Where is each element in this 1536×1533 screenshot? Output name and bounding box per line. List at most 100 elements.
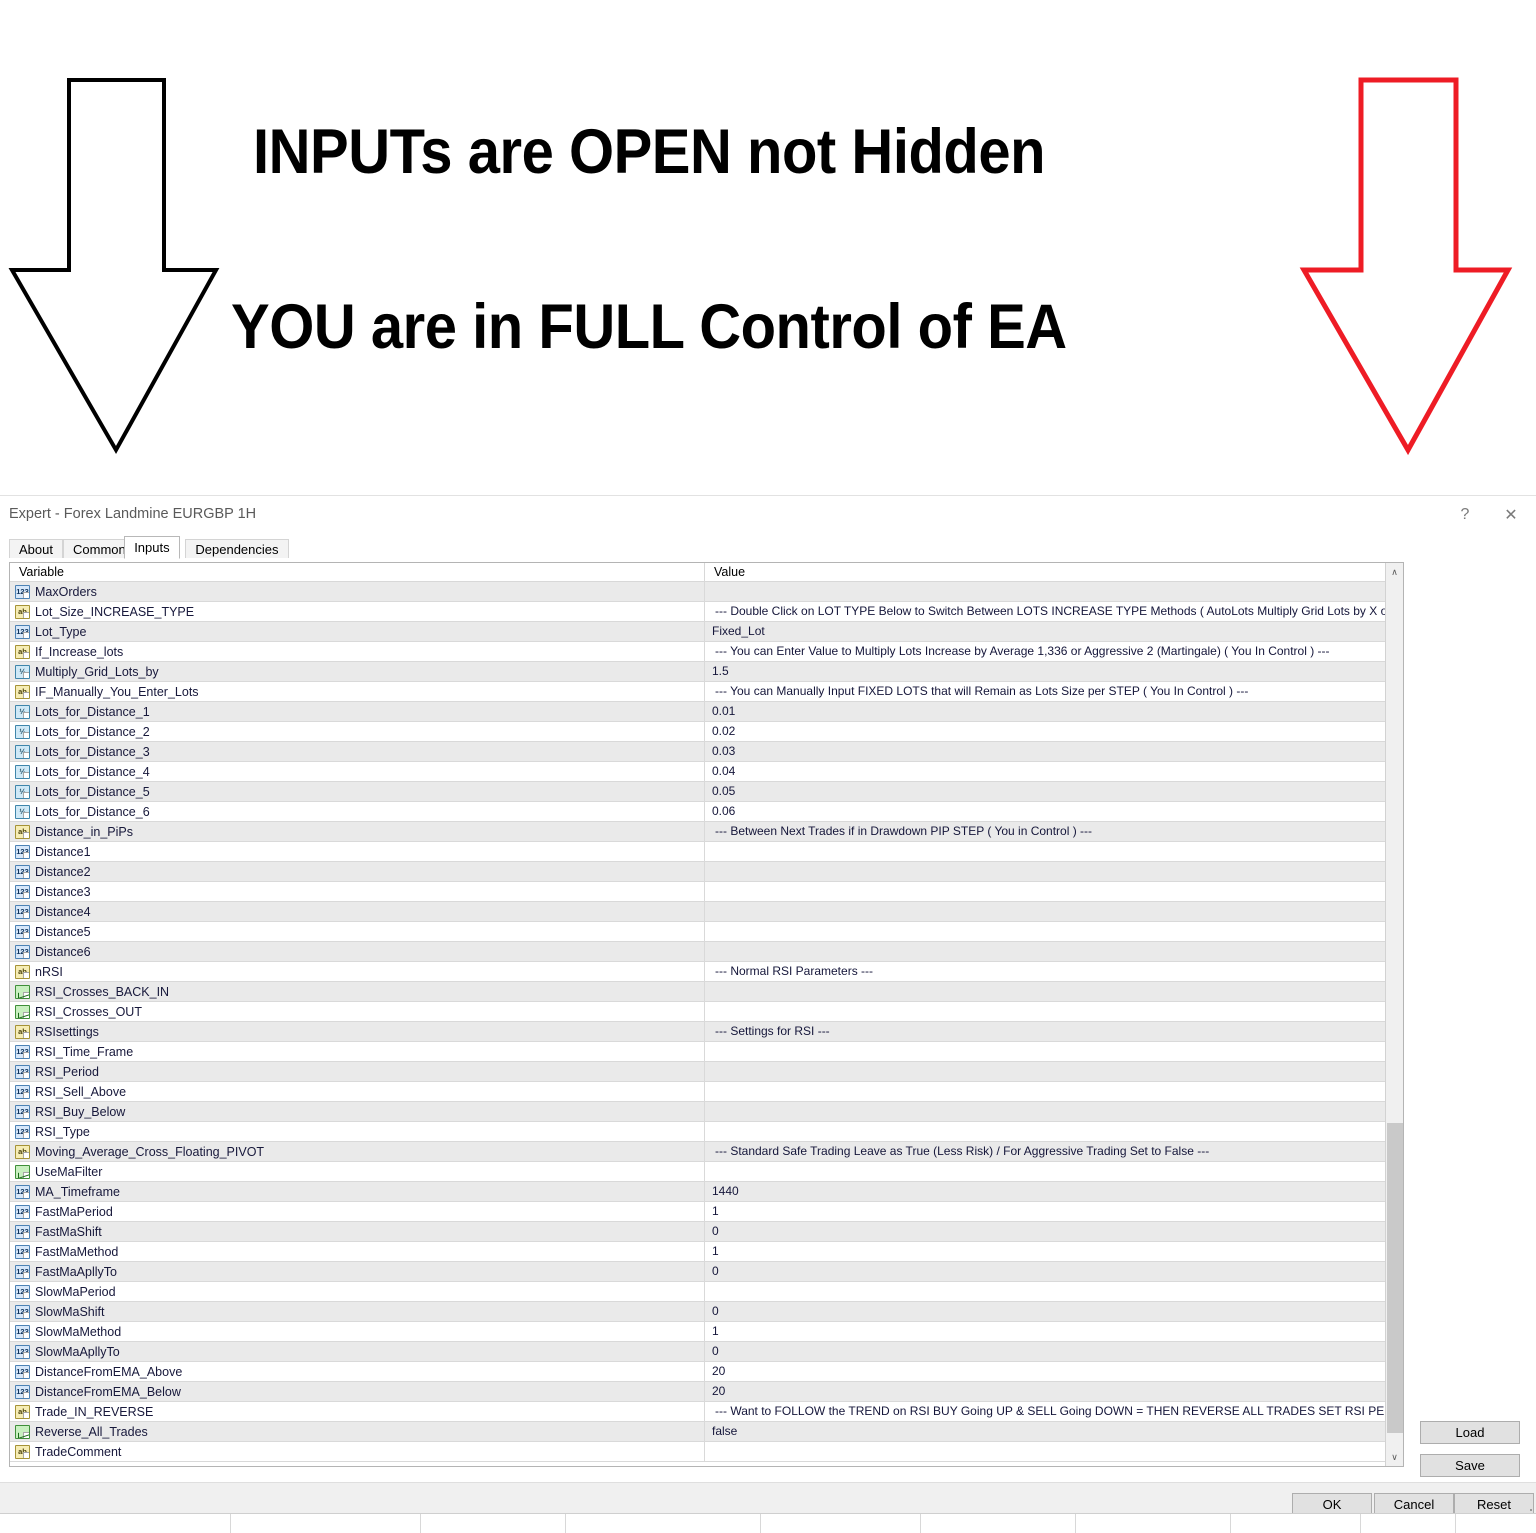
value-cell[interactable] — [704, 1102, 1394, 1121]
table-row[interactable]: abnRSI--- Normal RSI Parameters --- — [10, 962, 1394, 982]
table-row[interactable]: 123 FastMaPeriod 1 — [10, 1202, 1394, 1222]
table-row[interactable]: ab IF_Manually_You_Enter_Lots --- You can … — [10, 682, 1394, 702]
value-cell[interactable] — [704, 1162, 1394, 1181]
table-row[interactable]: 123 Lot_Type Fixed_Lot — [10, 622, 1394, 642]
help-icon[interactable]: ? — [1442, 500, 1488, 530]
value-cell[interactable]: 20 — [704, 1382, 1394, 1401]
value-cell[interactable] — [704, 862, 1394, 881]
double-type-icon: ½ — [15, 704, 30, 719]
table-row[interactable]: ½ Lots_for_Distance_3 0.03 — [10, 742, 1394, 762]
table-row[interactable]: ½ Lots_for_Distance_5 0.05 — [10, 782, 1394, 802]
value-cell[interactable]: 1.5 — [704, 662, 1394, 681]
value-cell[interactable]: Fixed_Lot — [704, 622, 1394, 641]
table-row[interactable]: ½ Lots_for_Distance_2 0.02 — [10, 722, 1394, 742]
value-cell[interactable]: 1 — [704, 1202, 1394, 1221]
table-row[interactable]: ab Trade_IN_REVERSE --- Want to FOLLOW the… — [10, 1402, 1394, 1422]
value-cell[interactable] — [704, 1062, 1394, 1081]
table-row[interactable]: RSI_Crosses_OUT — [10, 1002, 1394, 1022]
value-cell[interactable]: --- Want to FOLLOW the TREND on RSI BUY … — [704, 1402, 1394, 1421]
value-cell[interactable] — [704, 1002, 1394, 1021]
value-cell[interactable]: 0.01 — [704, 702, 1394, 721]
value-cell[interactable]: 0.03 — [704, 742, 1394, 761]
tab-about[interactable]: About — [9, 539, 63, 558]
table-row[interactable]: ab Moving_Average_Cross_Floating_PIVOT ---… — [10, 1142, 1394, 1162]
table-row[interactable]: 123 RSI_Period — [10, 1062, 1394, 1082]
table-row[interactable]: 123 RSI_Sell_Above — [10, 1082, 1394, 1102]
value-cell[interactable]: 20 — [704, 1362, 1394, 1381]
table-row[interactable]: ½ Lots_for_Distance_6 0.06 — [10, 802, 1394, 822]
value-cell[interactable]: 0 — [704, 1262, 1394, 1281]
value-cell[interactable] — [704, 882, 1394, 901]
vertical-scrollbar[interactable]: ∧ ∨ — [1385, 563, 1403, 1466]
table-row[interactable]: 123 SlowMaMethod 1 — [10, 1322, 1394, 1342]
value-cell[interactable] — [704, 1042, 1394, 1061]
value-cell[interactable] — [704, 582, 1394, 601]
close-icon[interactable]: ✕ — [1488, 500, 1534, 530]
value-cell[interactable]: --- Settings for RSI --- — [704, 1022, 1394, 1041]
table-row[interactable]: 123 Distance5 — [10, 922, 1394, 942]
table-row[interactable]: 123 SlowMaShift 0 — [10, 1302, 1394, 1322]
value-cell[interactable]: --- Between Next Trades if in Drawdown P… — [704, 822, 1394, 841]
value-cell[interactable] — [704, 1122, 1394, 1141]
value-cell[interactable] — [704, 922, 1394, 941]
table-row[interactable]: 123 FastMaMethod 1 — [10, 1242, 1394, 1262]
table-row[interactable]: ab RSIsettings --- Settings for RSI --- — [10, 1022, 1394, 1042]
value-cell[interactable] — [704, 1442, 1394, 1461]
table-row[interactable]: 123 MaxOrders — [10, 582, 1394, 602]
table-row[interactable]: 123 DistanceFromEMA_Below 20 — [10, 1382, 1394, 1402]
value-cell[interactable]: 0 — [704, 1222, 1394, 1241]
table-row[interactable]: ab Distance_in_PiPs --- Between Next Trade… — [10, 822, 1394, 842]
table-row[interactable]: ab Lot_Size_INCREASE_TYPE --- Double Click… — [10, 602, 1394, 622]
table-row[interactable]: ½ Lots_for_Distance_4 0.04 — [10, 762, 1394, 782]
table-row[interactable]: 123 RSI_Buy_Below — [10, 1102, 1394, 1122]
save-button[interactable]: Save — [1420, 1454, 1520, 1477]
table-row[interactable]: ab TradeComment — [10, 1442, 1394, 1462]
table-row[interactable]: 123 RSI_Type — [10, 1122, 1394, 1142]
table-row[interactable]: 123 SlowMaApllyTo 0 — [10, 1342, 1394, 1362]
table-row[interactable]: Reverse_All_Trades false — [10, 1422, 1394, 1442]
value-cell[interactable]: 0 — [704, 1302, 1394, 1321]
value-cell[interactable] — [704, 982, 1394, 1001]
table-row[interactable]: ab If_Increase_lots --- You can Enter Valu… — [10, 642, 1394, 662]
tab-inputs[interactable]: Inputs — [124, 536, 180, 559]
value-cell[interactable]: --- You can Enter Value to Multiply Lots… — [704, 642, 1394, 661]
table-row[interactable]: 123 FastMaApllyTo 0 — [10, 1262, 1394, 1282]
value-cell[interactable]: 0.06 — [704, 802, 1394, 821]
value-cell[interactable]: 0.05 — [704, 782, 1394, 801]
scrollbar-thumb[interactable] — [1387, 1123, 1403, 1433]
tab-dependencies[interactable]: Dependencies — [185, 539, 289, 558]
value-cell[interactable]: 0.02 — [704, 722, 1394, 741]
value-cell[interactable] — [704, 842, 1394, 861]
value-cell[interactable]: --- Standard Safe Trading Leave as True … — [704, 1142, 1394, 1161]
table-row[interactable]: 123 Distance1 — [10, 842, 1394, 862]
load-button[interactable]: Load — [1420, 1421, 1520, 1444]
value-cell[interactable] — [704, 1282, 1394, 1301]
table-row[interactable]: ½ Lots_for_Distance_1 0.01 — [10, 702, 1394, 722]
value-cell[interactable]: 1 — [704, 1242, 1394, 1261]
table-row[interactable]: 123 Distance2 — [10, 862, 1394, 882]
value-cell[interactable] — [704, 1082, 1394, 1101]
table-row[interactable]: UseMaFilter — [10, 1162, 1394, 1182]
value-cell[interactable]: --- You can Manually Input FIXED LOTS th… — [704, 682, 1394, 701]
table-row[interactable]: 123 FastMaShift 0 — [10, 1222, 1394, 1242]
value-cell[interactable]: 1440 — [704, 1182, 1394, 1201]
value-cell[interactable]: --- Double Click on LOT TYPE Below to Sw… — [704, 602, 1394, 621]
table-row[interactable]: 123 RSI_Time_Frame — [10, 1042, 1394, 1062]
table-row[interactable]: 123 MA_Timeframe 1440 — [10, 1182, 1394, 1202]
value-cell[interactable] — [704, 902, 1394, 921]
table-row[interactable]: ½ Multiply_Grid_Lots_by 1.5 — [10, 662, 1394, 682]
value-cell[interactable] — [704, 942, 1394, 961]
table-row[interactable]: 123 Distance4 — [10, 902, 1394, 922]
table-row[interactable]: 123 Distance6 — [10, 942, 1394, 962]
value-cell[interactable]: false — [704, 1422, 1394, 1441]
value-cell[interactable]: 0.04 — [704, 762, 1394, 781]
table-row[interactable]: 123 DistanceFromEMA_Above 20 — [10, 1362, 1394, 1382]
value-cell[interactable]: 0 — [704, 1342, 1394, 1361]
scroll-up-icon[interactable]: ∧ — [1386, 563, 1403, 581]
table-row[interactable]: RSI_Crosses_BACK_IN — [10, 982, 1394, 1002]
table-row[interactable]: 123 Distance3 — [10, 882, 1394, 902]
scroll-down-icon[interactable]: ∨ — [1386, 1448, 1403, 1466]
value-cell[interactable]: 1 — [704, 1322, 1394, 1341]
table-row[interactable]: 123 SlowMaPeriod — [10, 1282, 1394, 1302]
value-cell[interactable]: --- Normal RSI Parameters --- — [704, 962, 1394, 981]
